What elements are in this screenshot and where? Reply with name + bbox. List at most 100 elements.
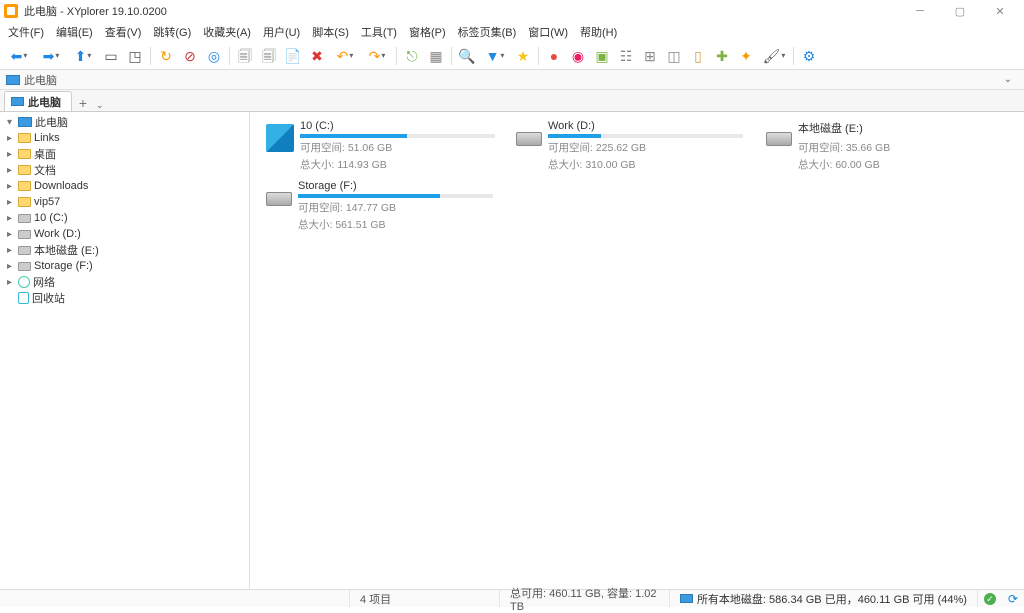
menu-item[interactable]: 窗格(P) bbox=[403, 22, 452, 42]
layout-icon: ▦ bbox=[429, 49, 442, 63]
drive-item[interactable]: 本地磁盘 (E:)可用空间: 35.66 GB总大小: 60.00 GB bbox=[766, 120, 996, 172]
expand-icon[interactable]: ▸ bbox=[4, 277, 15, 288]
expand-icon[interactable]: ▸ bbox=[4, 149, 15, 160]
favorite-button[interactable]: ★ bbox=[512, 45, 534, 67]
expand-icon[interactable]: ▸ bbox=[4, 229, 15, 240]
menu-item[interactable]: 编辑(E) bbox=[50, 22, 99, 42]
new-file-icon: 📄 bbox=[284, 49, 301, 63]
drive-icon bbox=[266, 192, 292, 206]
tree-item[interactable]: 回收站 bbox=[0, 290, 249, 306]
forward-button[interactable]: ➡▾ bbox=[36, 45, 66, 67]
tree-item[interactable]: ▸文档 bbox=[0, 162, 249, 178]
tree-item[interactable]: ▸10 (C:) bbox=[0, 210, 249, 226]
expand-icon[interactable]: ▸ bbox=[4, 213, 15, 224]
tab-label: 此电脑 bbox=[28, 94, 61, 110]
drive-total: 总大小: 310.00 GB bbox=[548, 157, 746, 172]
tree-item[interactable]: ▸Links bbox=[0, 130, 249, 146]
up-button[interactable]: ⬆▾ bbox=[68, 45, 98, 67]
expand-icon[interactable]: ▸ bbox=[4, 133, 15, 144]
dual-pane-button[interactable]: ◳ bbox=[124, 45, 146, 67]
script-button[interactable]: ⎋ bbox=[401, 45, 423, 67]
panel-button[interactable]: ▭ bbox=[100, 45, 122, 67]
menu-item[interactable]: 帮助(H) bbox=[574, 22, 623, 42]
dropdown-arrow-icon: ▾ bbox=[23, 51, 27, 60]
address-text: 此电脑 bbox=[24, 72, 57, 88]
stop-button[interactable]: ⊘ bbox=[179, 45, 201, 67]
computer-icon bbox=[11, 97, 24, 106]
add-button[interactable]: ✚ bbox=[711, 45, 733, 67]
search-icon: 🔍 bbox=[458, 49, 475, 63]
menu-item[interactable]: 收藏夹(A) bbox=[197, 22, 257, 42]
delete-button[interactable]: ✖ bbox=[306, 45, 328, 67]
target2-button[interactable]: ◉ bbox=[567, 45, 589, 67]
menu-item[interactable]: 跳转(G) bbox=[147, 22, 197, 42]
target-button[interactable]: ◎ bbox=[203, 45, 225, 67]
customize-button[interactable]: 🖌▾ bbox=[759, 45, 789, 67]
tree-item[interactable]: ▾此电脑 bbox=[0, 114, 249, 130]
menu-item[interactable]: 用户(U) bbox=[257, 22, 306, 42]
view-list-icon: ☷ bbox=[620, 49, 633, 63]
close-button[interactable]: ✕ bbox=[980, 0, 1020, 22]
menu-item[interactable]: 脚本(S) bbox=[306, 22, 355, 42]
search-button[interactable]: 🔍 bbox=[456, 45, 478, 67]
paste-button[interactable]: 🗐 bbox=[258, 45, 280, 67]
tab-thispc[interactable]: 此电脑 bbox=[4, 91, 72, 111]
drive-item[interactable]: 10 (C:)可用空间: 51.06 GB总大小: 114.93 GB bbox=[266, 120, 496, 172]
undo-button[interactable]: ↶▾ bbox=[330, 45, 360, 67]
expand-icon[interactable]: ▾ bbox=[4, 117, 15, 128]
tree-item[interactable]: ▸网络 bbox=[0, 274, 249, 290]
drive-free: 可用空间: 225.62 GB bbox=[548, 140, 746, 155]
dropdown-arrow-icon: ▾ bbox=[349, 51, 353, 60]
fld-icon bbox=[18, 165, 31, 175]
tree-label: Storage (F:) bbox=[34, 260, 93, 272]
view-columns-button[interactable]: ◫ bbox=[663, 45, 685, 67]
refresh-button[interactable]: ↻ bbox=[155, 45, 177, 67]
view-list-button[interactable]: ☷ bbox=[615, 45, 637, 67]
filter-button[interactable]: ▼▾ bbox=[480, 45, 510, 67]
favorite-icon: ★ bbox=[517, 49, 530, 63]
menu-item[interactable]: 文件(F) bbox=[2, 22, 50, 42]
drive-free: 可用空间: 35.66 GB bbox=[798, 140, 996, 155]
fld-icon bbox=[18, 149, 31, 159]
layout-button[interactable]: ▦ bbox=[425, 45, 447, 67]
tree-item[interactable]: ▸本地磁盘 (E:) bbox=[0, 242, 249, 258]
redo-button[interactable]: ↷▾ bbox=[362, 45, 392, 67]
expand-icon[interactable]: ▸ bbox=[4, 197, 15, 208]
tree-item[interactable]: ▸Work (D:) bbox=[0, 226, 249, 242]
menu-item[interactable]: 标签页集(B) bbox=[452, 22, 523, 42]
dropdown-arrow-icon: ▾ bbox=[55, 51, 59, 60]
minimize-button[interactable]: ─ bbox=[900, 0, 940, 22]
menu-item[interactable]: 工具(T) bbox=[355, 22, 403, 42]
drive-item[interactable]: Storage (F:)可用空间: 147.77 GB总大小: 561.51 G… bbox=[266, 180, 496, 232]
drive-item[interactable]: Work (D:)可用空间: 225.62 GB总大小: 310.00 GB bbox=[516, 120, 746, 172]
address-dropdown-icon[interactable]: ⌄ bbox=[998, 74, 1018, 85]
status-disks: 所有本地磁盘: 586.34 GB 已用，460.11 GB 可用 (44%) bbox=[670, 590, 978, 607]
drive-name: 10 (C:) bbox=[300, 120, 496, 132]
view-detail-button[interactable]: ▯ bbox=[687, 45, 709, 67]
tab-menu-icon[interactable]: ⌄ bbox=[92, 100, 108, 111]
add-tab-button[interactable]: + bbox=[74, 95, 92, 111]
undo-icon: ↶ bbox=[337, 49, 349, 63]
folder-tree[interactable]: ▾此电脑▸Links▸桌面▸文档▸Downloads▸vip57▸10 (C:)… bbox=[0, 112, 250, 589]
red-dot-button[interactable]: ● bbox=[543, 45, 565, 67]
expand-icon[interactable]: ▸ bbox=[4, 261, 15, 272]
menu-item[interactable]: 查看(V) bbox=[99, 22, 148, 42]
copy-button[interactable]: 🗐 bbox=[234, 45, 256, 67]
menu-item[interactable]: 窗口(W) bbox=[522, 22, 574, 42]
tree-item[interactable]: ▸ Storage (F:) bbox=[0, 258, 249, 274]
tree-item[interactable]: ▸vip57 bbox=[0, 194, 249, 210]
expand-icon[interactable]: ▸ bbox=[4, 245, 15, 256]
fld-icon bbox=[18, 181, 31, 191]
settings-button[interactable]: ⚙ bbox=[798, 45, 820, 67]
green-box-button[interactable]: ▣ bbox=[591, 45, 613, 67]
special-button[interactable]: ✦ bbox=[735, 45, 757, 67]
expand-icon[interactable]: ▸ bbox=[4, 181, 15, 192]
address-bar[interactable]: 此电脑 ⌄ bbox=[0, 70, 1024, 90]
maximize-button[interactable]: ▢ bbox=[940, 0, 980, 22]
view-grid-button[interactable]: ⊞ bbox=[639, 45, 661, 67]
tree-item[interactable]: ▸Downloads bbox=[0, 178, 249, 194]
tree-item[interactable]: ▸桌面 bbox=[0, 146, 249, 162]
new-file-button[interactable]: 📄 bbox=[282, 45, 304, 67]
expand-icon[interactable]: ▸ bbox=[4, 165, 15, 176]
back-button[interactable]: ⬅▾ bbox=[4, 45, 34, 67]
